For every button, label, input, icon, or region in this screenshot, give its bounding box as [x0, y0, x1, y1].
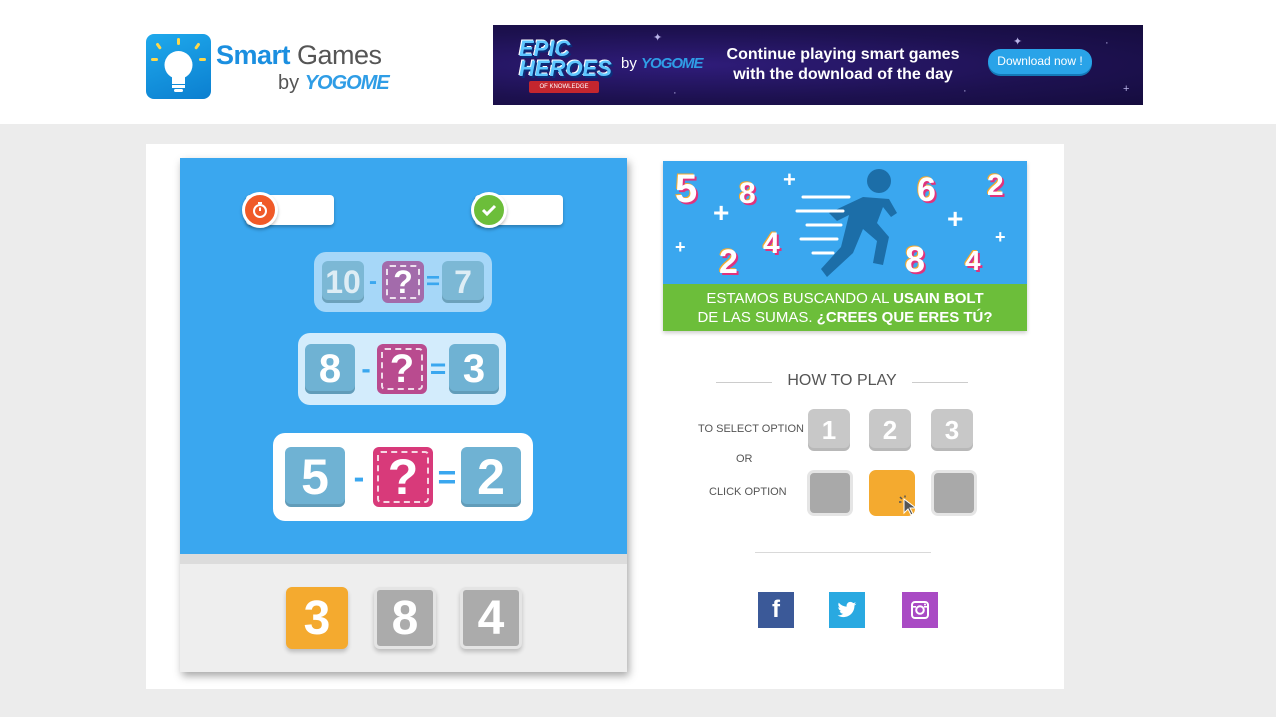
section-divider	[755, 552, 931, 553]
score-display	[471, 192, 563, 228]
site-header: Smart Games by YOGOME ✦ ✦ + · · · EPIC HE…	[0, 0, 1276, 124]
check-icon	[471, 192, 507, 228]
equation-row-active: 5 - ? = 2	[273, 433, 533, 521]
star-icon: +	[1123, 83, 1130, 95]
instagram-icon	[911, 601, 929, 619]
promo-number: 5	[675, 167, 698, 211]
plus-sign: +	[675, 237, 686, 257]
plus-sign: +	[995, 227, 1006, 247]
main-card: 10 - ? = 7 8 - ? = 3 5 - ? = 2 3 8 4 5 8…	[146, 144, 1064, 689]
logo-by: by YOGOME	[278, 72, 390, 94]
facebook-button[interactable]: f	[758, 592, 794, 628]
number-tile: 8	[305, 344, 355, 394]
banner-by: by YOGOME	[621, 55, 704, 72]
operator: -	[369, 268, 377, 295]
lightbulb-icon	[146, 34, 211, 99]
result-tile: 7	[442, 261, 484, 303]
star-icon: ✦	[653, 32, 663, 44]
epic-heroes-logo: EPIC HEROES OF KNOWLEDGE	[515, 33, 612, 97]
promo-number: 2	[987, 169, 1004, 202]
twitter-icon	[837, 601, 857, 618]
unknown-tile: ?	[373, 447, 433, 507]
how-to-play-heading: HOW TO PLAY	[716, 372, 968, 392]
star-icon: ·	[963, 85, 967, 97]
unknown-tile: ?	[377, 344, 427, 394]
equals-sign: =	[437, 458, 457, 495]
timer-display	[242, 192, 334, 228]
banner-text: Continue playing smart games with the do…	[726, 46, 960, 83]
plus-sign: +	[947, 203, 964, 234]
answer-option-2[interactable]: 8	[374, 587, 436, 649]
facebook-icon: f	[772, 596, 780, 623]
divider	[716, 382, 772, 383]
result-tile: 3	[449, 344, 499, 394]
promo-number: 4	[763, 227, 780, 260]
equation-row: 8 - ? = 3	[298, 333, 506, 405]
select-option-label: TO SELECT OPTION	[698, 423, 804, 435]
equals-sign: =	[429, 353, 447, 384]
yogome-wordmark: YOGOME	[304, 72, 390, 94]
promo-number: 4	[965, 245, 981, 276]
stopwatch-icon	[242, 192, 278, 228]
star-icon: ·	[673, 87, 677, 99]
promo-number: 8	[739, 177, 756, 210]
twitter-button[interactable]	[829, 592, 865, 628]
result-tile: 2	[461, 447, 521, 507]
divider	[912, 382, 968, 383]
answer-option-1[interactable]: 3	[286, 587, 348, 649]
game-canvas[interactable]: 10 - ? = 7 8 - ? = 3 5 - ? = 2 3 8 4	[180, 158, 627, 672]
promo-image: 5 8 2 4 6 2 8 4 + + + + + ESTAMOS BUSCAN	[663, 161, 1027, 331]
click-option-icon	[931, 470, 977, 516]
operator: -	[353, 458, 365, 495]
mouse-pointer-icon	[899, 495, 918, 516]
number-tile: 5	[285, 447, 345, 507]
key-1-icon: 1	[808, 409, 850, 451]
epic-heroes-banner[interactable]: ✦ ✦ + · · · EPIC HEROES OF KNOWLEDGE by Y…	[493, 25, 1143, 105]
click-option-selected-icon	[869, 470, 918, 516]
answer-options: 3 8 4	[286, 587, 526, 651]
promo-number: 6	[917, 171, 936, 209]
how-to-play-title: HOW TO PLAY	[787, 372, 897, 389]
game-play-area: 10 - ? = 7 8 - ? = 3 5 - ? = 2	[180, 158, 627, 554]
promo-caption: ESTAMOS BUSCANDO AL USAIN BOLT DE LAS SU…	[663, 284, 1027, 331]
number-tile: 10	[322, 261, 364, 303]
plus-sign: +	[713, 197, 730, 228]
operator: -	[361, 353, 371, 384]
promo-number: 2	[719, 243, 738, 281]
click-option-icon	[807, 470, 853, 516]
logo-title: Smart Games	[216, 40, 382, 70]
answer-option-3[interactable]: 4	[460, 587, 522, 649]
key-2-icon: 2	[869, 409, 911, 451]
yogome-wordmark: YOGOME	[641, 55, 704, 72]
or-label: OR	[736, 453, 753, 465]
equals-sign: =	[425, 268, 440, 295]
smart-games-logo[interactable]: Smart Games by YOGOME	[146, 34, 396, 104]
star-icon: ·	[1105, 37, 1109, 49]
runner-icon	[795, 169, 897, 277]
click-option-label: CLICK OPTION	[709, 486, 787, 498]
instagram-button[interactable]	[902, 592, 938, 628]
star-icon: ✦	[1013, 36, 1023, 48]
unknown-tile: ?	[382, 261, 424, 303]
key-3-icon: 3	[931, 409, 973, 451]
equation-row: 10 - ? = 7	[314, 252, 492, 312]
download-button[interactable]: Download now !	[988, 49, 1092, 74]
